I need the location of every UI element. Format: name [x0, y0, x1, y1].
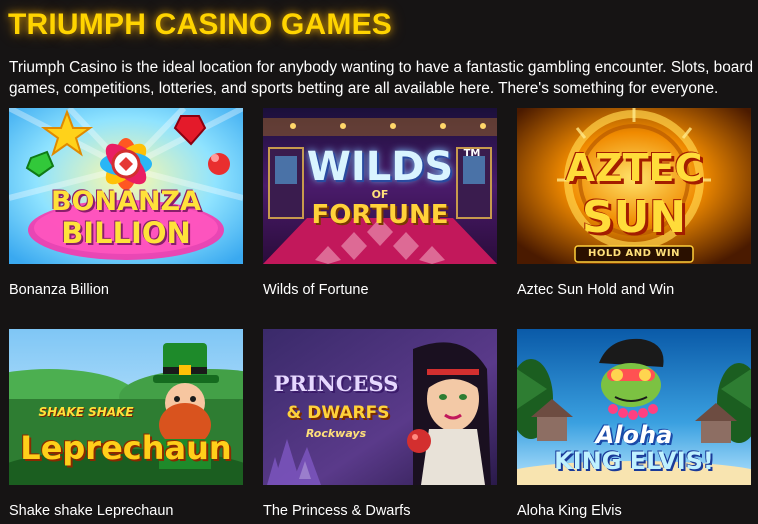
- princess-dwarfs-artwork: [263, 329, 497, 485]
- game-thumbnail-princess-and-dwarfs[interactable]: PRINCESS & DWARFS Rockways: [263, 329, 497, 485]
- game-title-aloha-king-elvis[interactable]: Aloha King Elvis: [517, 503, 751, 519]
- game-title-wilds-of-fortune[interactable]: Wilds of Fortune: [263, 282, 497, 298]
- game-title-princess-and-dwarfs[interactable]: The Princess & Dwarfs: [263, 503, 497, 519]
- game-title-aztec-sun[interactable]: Aztec Sun Hold and Win: [517, 282, 751, 298]
- intro-paragraph: Triumph Casino is the ideal location for…: [9, 59, 753, 97]
- game-title-bonanza-billion[interactable]: Bonanza Billion: [9, 282, 243, 298]
- page-title: TRIUMPH CASINO GAMES: [8, 8, 393, 41]
- game-card-bonanza-billion[interactable]: BONANZA BILLION Bonanza Billion: [9, 108, 243, 298]
- game-title-shake-shake-leprechaun[interactable]: Shake shake Leprechaun: [9, 503, 243, 519]
- aloha-king-elvis-artwork: [517, 329, 751, 485]
- game-card-wilds-of-fortune[interactable]: WILDS OF FORTUNE TM Wilds of Fortune: [263, 108, 497, 298]
- game-thumbnail-shake-shake-leprechaun[interactable]: SHAKE SHAKE Leprechaun: [9, 329, 243, 485]
- game-card-shake-shake-leprechaun[interactable]: SHAKE SHAKE Leprechaun Shake shake Lepre…: [9, 329, 243, 519]
- games-grid: BONANZA BILLION Bonanza Billion WILDS OF…: [9, 108, 751, 524]
- bonanza-billion-artwork: [9, 108, 243, 264]
- game-thumbnail-bonanza-billion[interactable]: BONANZA BILLION: [9, 108, 243, 264]
- leprechaun-artwork: [9, 329, 243, 485]
- game-thumbnail-aztec-sun[interactable]: AZTEC SUN HOLD AND WIN: [517, 108, 751, 264]
- wilds-of-fortune-artwork: [263, 108, 497, 264]
- game-thumbnail-aloha-king-elvis[interactable]: Aloha KING ELVIS!: [517, 329, 751, 485]
- game-card-aloha-king-elvis[interactable]: Aloha KING ELVIS! Aloha King Elvis: [517, 329, 751, 519]
- game-card-princess-and-dwarfs[interactable]: PRINCESS & DWARFS Rockways The Princess …: [263, 329, 497, 519]
- aztec-sun-artwork: [517, 108, 751, 264]
- game-card-aztec-sun[interactable]: AZTEC SUN HOLD AND WIN Aztec Sun Hold an…: [517, 108, 751, 298]
- game-thumbnail-wilds-of-fortune[interactable]: WILDS OF FORTUNE TM: [263, 108, 497, 264]
